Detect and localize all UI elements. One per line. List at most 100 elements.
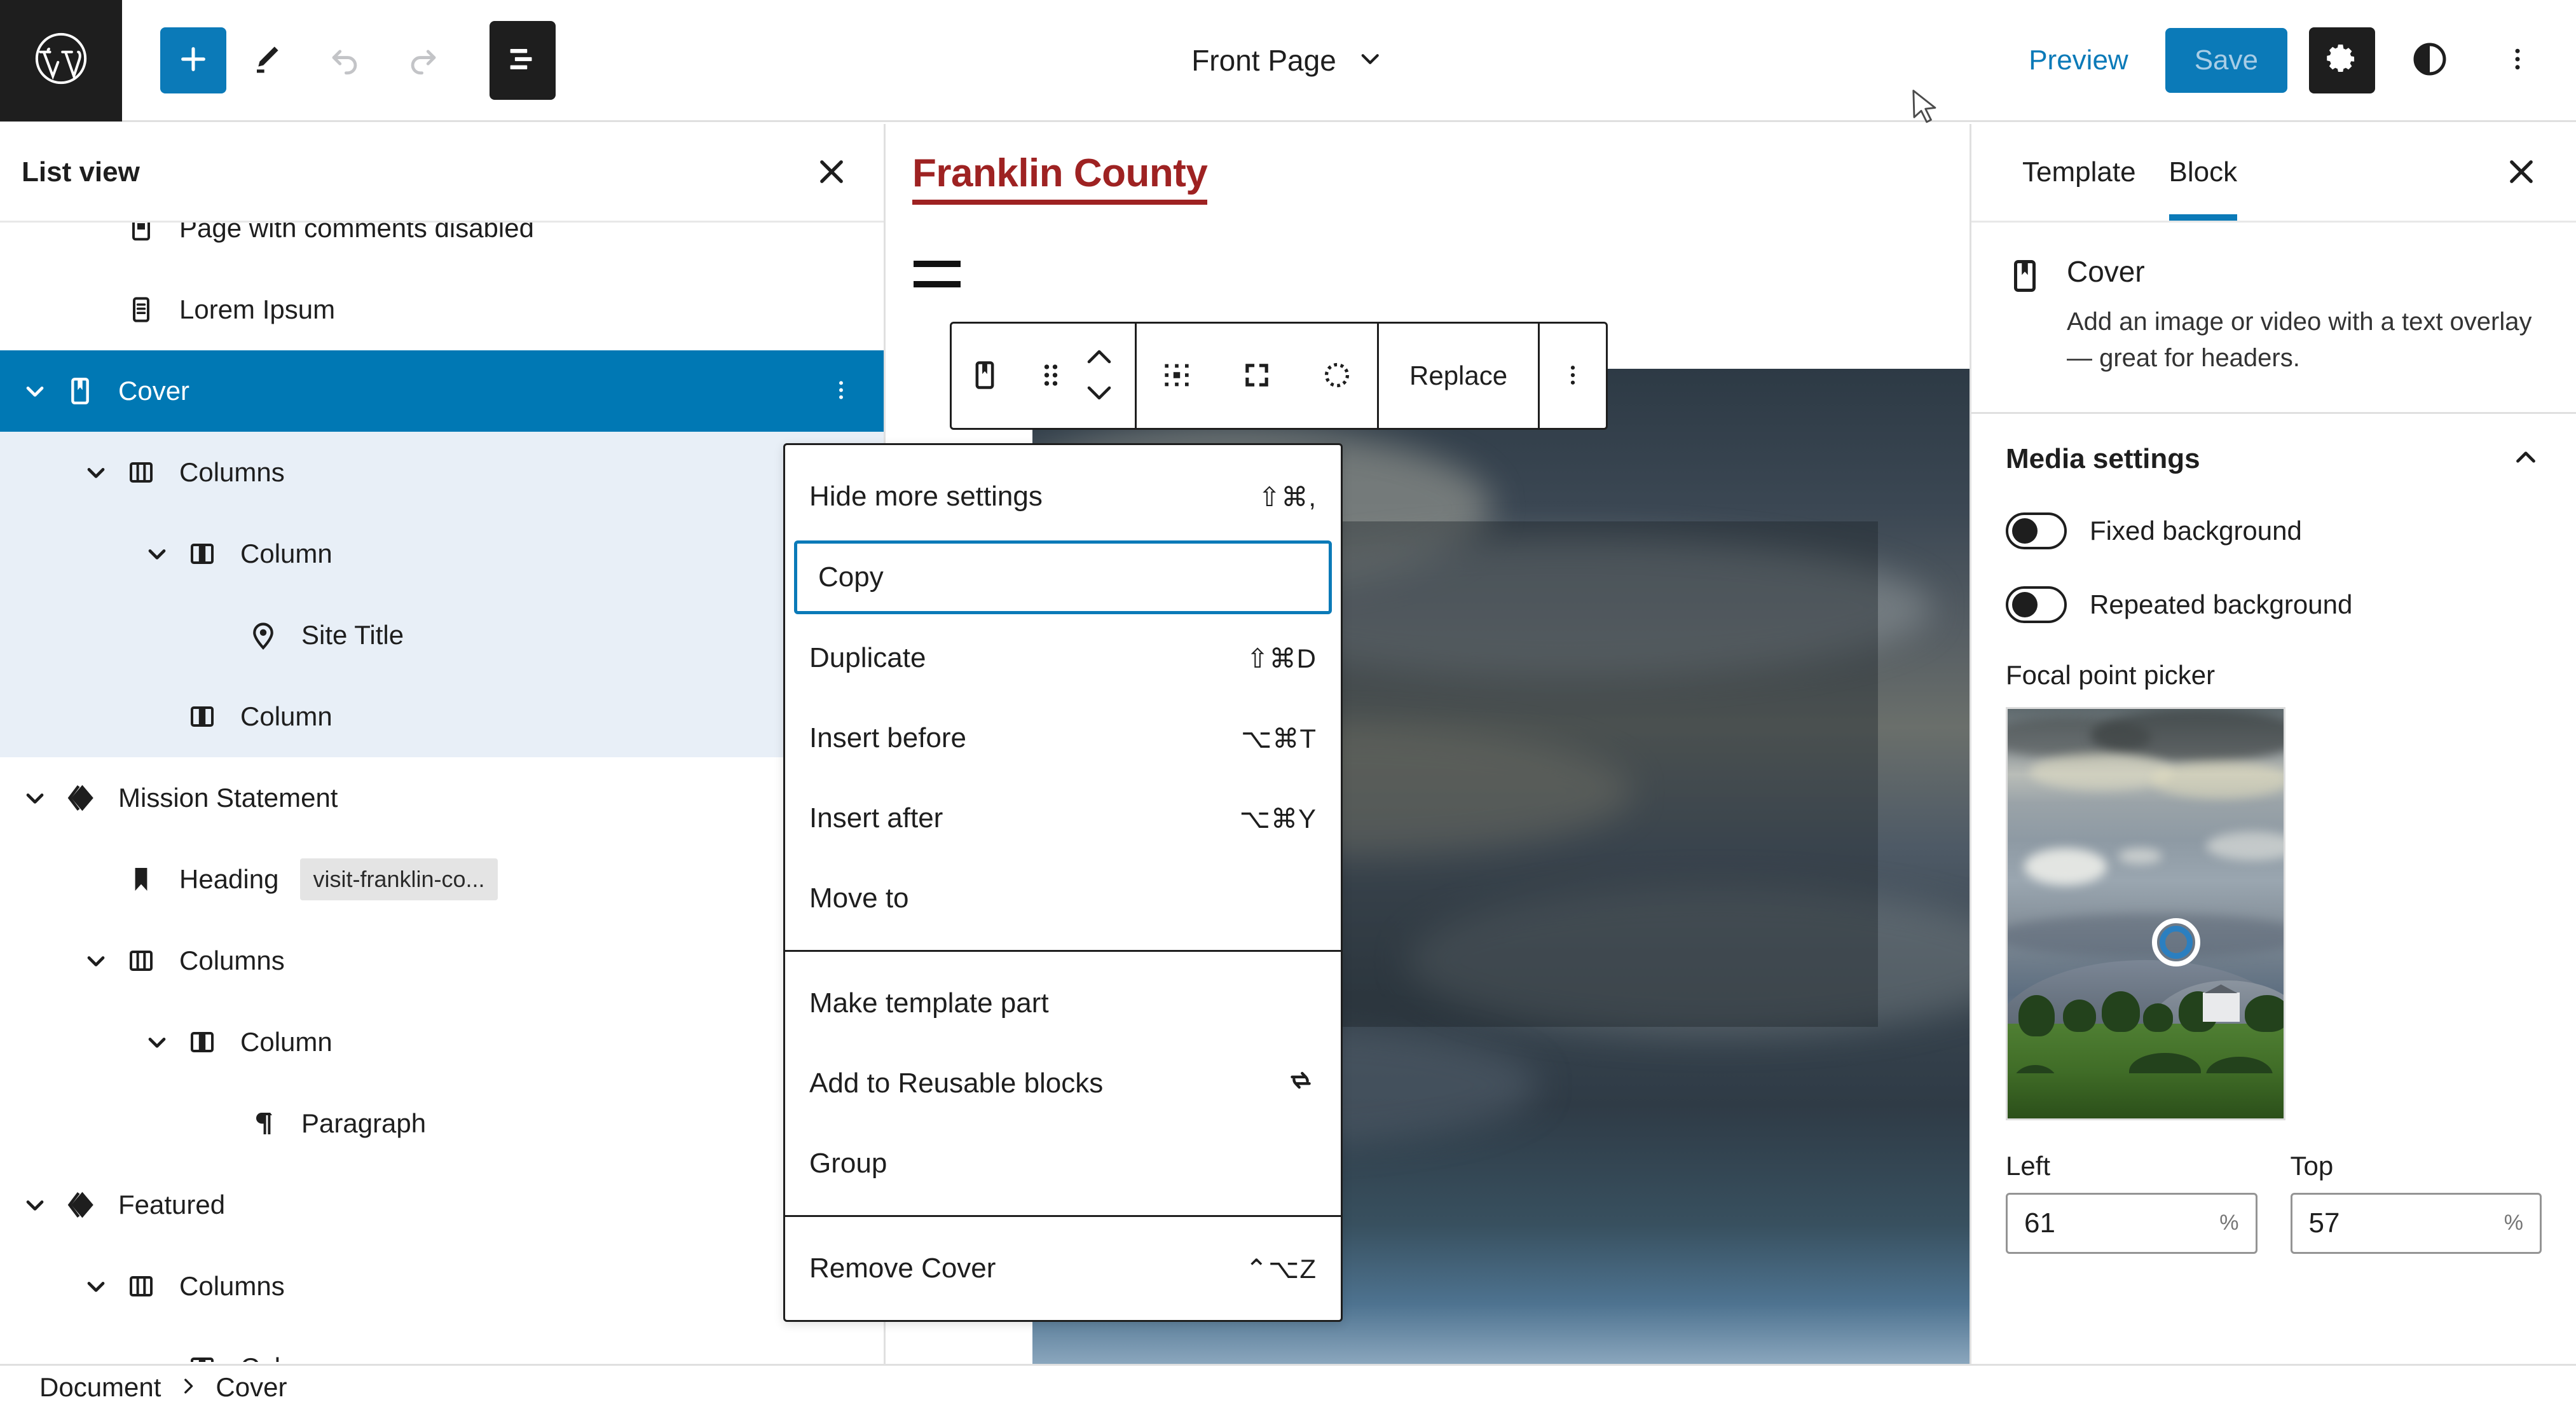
list-view-row[interactable]: Featured: [0, 1164, 884, 1246]
list-view-row[interactable]: Column: [0, 1001, 884, 1083]
list-view-tree[interactable]: Page with comments disabled Lorem Ipsum Co…: [0, 223, 884, 1362]
fixed-background-toggle[interactable]: [2006, 512, 2067, 549]
menu-item-hide-more-settings[interactable]: Hide more settings ⇧⌘,: [785, 457, 1341, 537]
content-position-button[interactable]: [1297, 324, 1377, 428]
menu-item-add-to-reusable-blocks[interactable]: Add to Reusable blocks: [785, 1043, 1341, 1124]
post-icon: [117, 294, 165, 325]
list-view-row[interactable]: Columns: [0, 1246, 884, 1327]
list-view-row[interactable]: Heading visit-franklin-co...: [0, 839, 884, 920]
wordpress-site-editor: Front Page Preview Save Franklin County …: [0, 0, 2576, 1409]
chevron-down-icon[interactable]: [136, 540, 178, 568]
repeated-background-label: Repeated background: [2090, 589, 2353, 619]
list-view-row[interactable]: Mission Statement: [0, 757, 884, 839]
menu-item-insert-after[interactable]: Insert after ⌥⌘Y: [785, 778, 1341, 858]
menu-item-shortcut: ⇧⌘,: [1258, 481, 1317, 512]
menu-item-copy[interactable]: Copy: [794, 540, 1332, 614]
repeated-background-toggle[interactable]: [2006, 586, 2067, 623]
bookmark-icon: [117, 864, 165, 895]
list-view-row-options-button[interactable]: [821, 371, 861, 412]
chevron-down-icon[interactable]: [14, 784, 56, 812]
move-down-button[interactable]: [1084, 383, 1114, 405]
change-alignment-button[interactable]: [1137, 324, 1217, 428]
canvas-site-title-block[interactable]: Franklin County: [886, 124, 1970, 205]
full-width-icon: [1240, 359, 1273, 394]
add-block-button[interactable]: [160, 27, 226, 93]
list-view-row[interactable]: Paragraph: [0, 1083, 884, 1164]
sidebar-close-button[interactable]: [2495, 145, 2548, 200]
chevron-down-icon[interactable]: [136, 1028, 178, 1056]
media-settings-header[interactable]: Media settings: [2006, 442, 2542, 477]
move-up-button[interactable]: [1084, 347, 1114, 369]
undo-button[interactable]: [305, 21, 384, 100]
tree-shape: [2101, 991, 2141, 1033]
tools-button[interactable]: [226, 21, 305, 100]
cloud-shape: [2024, 848, 2107, 885]
cloud-shape: [2151, 762, 2284, 799]
document-title-dropdown[interactable]: Front Page: [1191, 43, 1385, 78]
menu-item-label: Add to Reusable blocks: [809, 1068, 1104, 1099]
list-view-row[interactable]: Page with comments disabled: [0, 223, 884, 269]
chevron-down-icon[interactable]: [14, 377, 56, 405]
menu-item-move-to[interactable]: Move to: [785, 858, 1341, 938]
chevron-down-icon[interactable]: [75, 458, 117, 486]
tab-template[interactable]: Template: [2006, 126, 2153, 219]
settings-button[interactable]: [2309, 27, 2375, 93]
list-view-toggle-button[interactable]: [490, 20, 556, 100]
menu-item-shortcut: ⌥⌘Y: [1239, 803, 1317, 834]
save-button[interactable]: Save: [2165, 27, 2287, 93]
header-right-actions: Preview Save: [2013, 27, 2551, 93]
focal-point-picker[interactable]: [2006, 706, 2285, 1120]
header-left-tools: [122, 20, 556, 100]
preview-button[interactable]: Preview: [2013, 33, 2144, 88]
focal-left-input[interactable]: 61 %: [2006, 1192, 2257, 1254]
list-view-icon: [504, 41, 541, 79]
redo-button[interactable]: [384, 21, 463, 100]
map-pin-icon: [239, 619, 287, 651]
list-view-row[interactable]: Cover: [0, 350, 884, 432]
menu-item-group[interactable]: Group: [785, 1124, 1341, 1204]
chevron-down-icon[interactable]: [136, 1354, 178, 1362]
hamburger-menu-icon[interactable]: [914, 261, 961, 287]
full-width-button[interactable]: [1217, 324, 1297, 428]
styles-button[interactable]: [2397, 27, 2463, 93]
menu-item-insert-before[interactable]: Insert before ⌥⌘T: [785, 698, 1341, 778]
dropdown-section: Hide more settings ⇧⌘, Copy Duplicate ⇧⌘D Ins…: [785, 445, 1341, 952]
tree-shape: [2245, 995, 2284, 1033]
plus-icon: [175, 41, 211, 79]
wordpress-logo-button[interactable]: [0, 0, 122, 121]
chevron-down-icon[interactable]: [75, 1272, 117, 1300]
list-view-close-button[interactable]: [805, 145, 858, 200]
menu-item-shortcut: ⌃⌥Z: [1245, 1253, 1317, 1284]
breadcrumb-item-document[interactable]: Document: [39, 1372, 161, 1403]
block-options-button[interactable]: [1540, 324, 1606, 428]
repeated-background-row: Repeated background: [2006, 586, 2542, 623]
list-view-row[interactable]: Column: [0, 513, 884, 595]
pencil-icon: [248, 41, 284, 79]
block-type-button[interactable]: [952, 324, 1018, 428]
list-view-row[interactable]: Lorem Ipsum: [0, 269, 884, 350]
chevron-down-icon[interactable]: [14, 1191, 56, 1219]
media-settings-title: Media settings: [2006, 443, 2200, 475]
menu-item-duplicate[interactable]: Duplicate ⇧⌘D: [785, 618, 1341, 698]
cloud-shape: [2008, 913, 2284, 959]
columns-icon: [117, 945, 165, 976]
replace-media-button[interactable]: Replace: [1379, 324, 1538, 428]
menu-item-remove-cover[interactable]: Remove Cover ⌃⌥Z: [785, 1228, 1341, 1309]
drag-handle-button[interactable]: [1018, 324, 1084, 428]
list-view-row[interactable]: Column: [0, 676, 884, 757]
tab-block[interactable]: Block: [2153, 126, 2254, 221]
list-view-row[interactable]: Site Title: [0, 595, 884, 676]
dropdown-section: Make template part Add to Reusable blocks…: [785, 952, 1341, 1217]
list-view-row[interactable]: Column: [0, 1327, 884, 1362]
focal-top-input[interactable]: 57 %: [2290, 1192, 2542, 1254]
menu-item-label: Insert after: [809, 802, 943, 834]
menu-item-make-template-part[interactable]: Make template part: [785, 963, 1341, 1043]
focal-point-marker-icon[interactable]: [2151, 918, 2200, 966]
breadcrumb-item-cover[interactable]: Cover: [216, 1372, 287, 1403]
list-view-row[interactable]: Columns: [0, 432, 884, 513]
more-options-button[interactable]: [2484, 27, 2551, 93]
list-view-row[interactable]: Columns: [0, 920, 884, 1001]
chevron-down-icon[interactable]: [75, 947, 117, 975]
focal-top-unit: %: [2504, 1211, 2523, 1235]
breadcrumb: Document Cover: [0, 1364, 2576, 1409]
